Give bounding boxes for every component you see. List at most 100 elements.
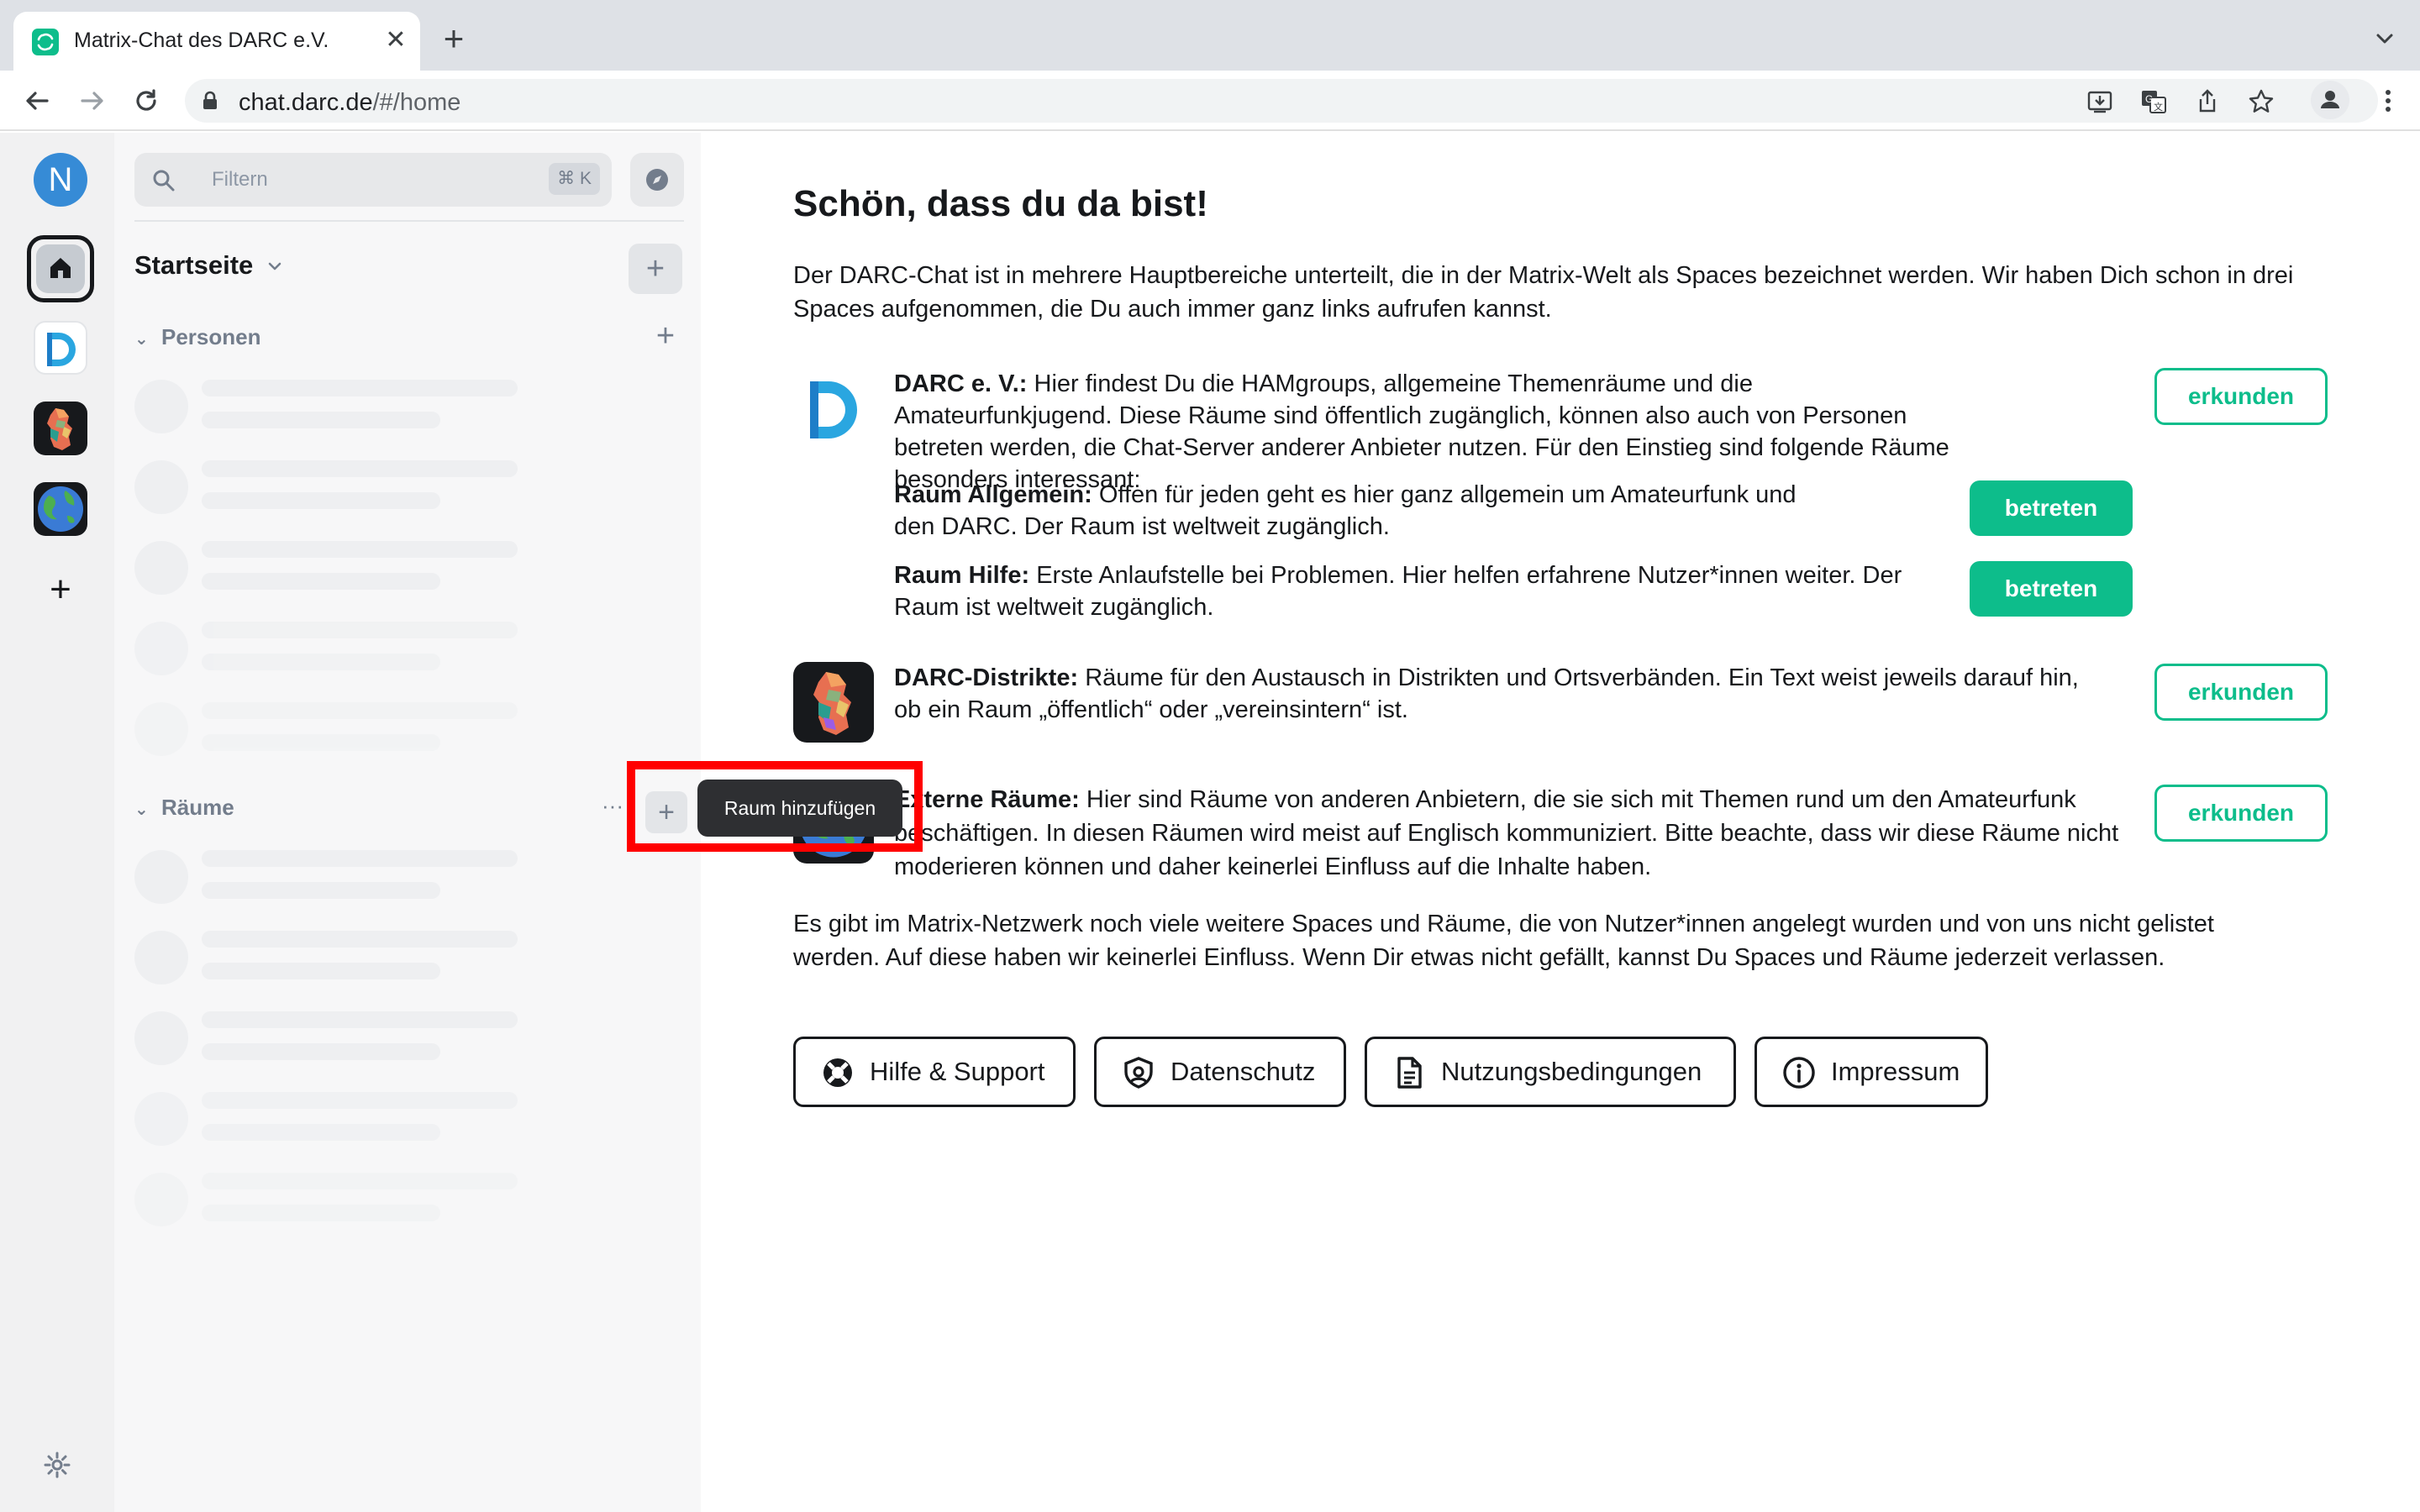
room-list-panel: Filtern ⌘ K Startseite + ⌄ Personen + ⌄ Rä… [114,133,701,1512]
tab-search-chevron-icon[interactable] [2370,24,2400,54]
divider [134,220,684,222]
space-darc-districts[interactable] [34,402,87,455]
explore-districts-button[interactable]: erkunden [2154,664,2328,721]
install-icon[interactable] [2086,87,2114,116]
explore-darc-button[interactable]: erkunden [2154,368,2328,425]
user-avatar[interactable]: N [34,153,87,207]
home-page: Schön, dass du da bist! Der DARC-Chat is… [701,133,2420,1512]
explore-icon [646,169,668,191]
create-space-button[interactable]: + [44,571,77,608]
home-space-button[interactable] [27,235,94,302]
loading-placeholder [134,615,521,682]
districts-description: DARC-Distrikte: Räume für den Austausch … [894,662,2087,726]
space-panel: N + [0,133,114,1512]
darc-text: Hier findest Du die HAMgroups, allgemein… [894,370,1949,493]
rooms-section-label: Räume [161,795,234,820]
space-external-rooms[interactable] [34,482,87,536]
imprint-button[interactable]: Impressum [1754,1037,1988,1107]
room-hilfe-text: Erste Anlaufstelle bei Problemen. Hier h… [894,562,1902,621]
explore-external-button[interactable]: erkunden [2154,785,2328,842]
loading-placeholder [134,696,521,763]
people-section-label: Personen [161,324,261,349]
new-tab-button[interactable]: + [437,21,471,56]
loading-placeholder [134,1166,521,1233]
space-darc-logo[interactable] [34,321,87,375]
help-support-button[interactable]: Hilfe & Support [793,1037,1076,1107]
darc-logo-icon [47,333,76,366]
footer-text: Es gibt im Matrix-Netzwerk noch viele we… [793,911,2214,971]
loading-placeholder [134,924,521,991]
translate-icon[interactable]: G文 [2139,87,2168,116]
people-section-header[interactable]: ⌄ Personen [134,324,261,350]
room-hilfe-description: Raum Hilfe: Erste Anlaufstelle bei Probl… [894,559,1953,623]
url-host: chat.darc.de [239,89,373,116]
address-bar[interactable]: chat.darc.de/#/home G文 [185,79,2378,123]
home-add-button[interactable]: + [629,244,682,294]
home-title[interactable]: Startseite [134,250,253,281]
search-icon [153,170,175,192]
terms-label: Nutzungsbedingungen [1441,1057,1702,1086]
tab-title: Matrix-Chat des DARC e.V. [74,29,329,52]
filter-placeholder: Filtern [212,168,268,191]
menu-icon[interactable] [2371,84,2405,118]
rooms-options-icon[interactable]: ··· [602,793,623,819]
loading-placeholder [134,1085,521,1152]
lifebuoy-icon [823,1058,852,1087]
page-title: Schön, dass du da bist! [793,183,1208,224]
settings-icon[interactable] [42,1450,72,1480]
back-icon[interactable] [20,84,54,118]
darc-description: DARC e. V.: Hier findest Du die HAMgroup… [894,368,1961,496]
highlight-box [627,761,923,852]
filter-shortcut: ⌘ K [549,163,600,195]
element-favicon-icon [32,29,59,55]
forward-icon[interactable] [76,84,109,118]
lock-icon[interactable] [198,89,222,113]
chevron-down-icon[interactable] [264,255,286,277]
home-space-tile [36,244,85,293]
globe-icon [38,486,83,532]
join-allgemein-button[interactable]: betreten [1970,480,2133,536]
darc-heading: DARC e. V.: [894,370,1028,397]
reload-icon[interactable] [129,84,163,118]
privacy-button[interactable]: Datenschutz [1094,1037,1346,1107]
browser-tabstrip: Matrix-Chat des DARC e.V. ✕ + [0,0,2420,71]
explore-rooms-button[interactable] [630,153,684,207]
chevron-down-icon: ⌄ [134,801,149,819]
svg-text:文: 文 [2154,101,2163,113]
germany-map-icon [47,408,72,450]
url-path: /#/home [372,89,461,116]
browser-tab[interactable]: Matrix-Chat des DARC e.V. ✕ [13,12,420,71]
loading-placeholder [134,1005,521,1072]
loading-placeholder [134,843,521,911]
privacy-label: Datenschutz [1171,1057,1316,1086]
svg-text:G: G [2145,93,2153,105]
room-allgemein-description: Raum Allgemein: Offen für jeden geht es … [894,479,1818,543]
home-icon [50,258,71,278]
germany-map-icon [793,662,874,743]
help-support-label: Hilfe & Support [870,1057,1045,1086]
districts-heading: DARC-Distrikte: [894,664,1079,691]
start-chat-button[interactable]: + [650,320,681,352]
tab-close-icon[interactable]: ✕ [381,26,410,55]
room-allgemein-heading: Raum Allgemein: [894,481,1092,508]
browser-toolbar: chat.darc.de/#/home G文 [0,71,2420,131]
share-icon[interactable] [2193,87,2222,116]
join-hilfe-button[interactable]: betreten [1970,561,2133,617]
filter-input[interactable]: Filtern ⌘ K [134,153,612,207]
star-icon[interactable] [2247,87,2275,116]
info-icon [1783,1057,1815,1089]
room-hilfe-heading: Raum Hilfe: [894,562,1030,589]
intro-text: Der DARC-Chat ist in mehrere Hauptbereic… [793,262,2294,323]
document-icon [1397,1057,1422,1089]
loading-placeholder [134,454,521,521]
loading-placeholder [134,373,521,440]
external-description: Externe Räume: Hier sind Räume von ander… [894,783,2129,884]
imprint-label: Impressum [1831,1057,1960,1086]
profile-icon[interactable] [2311,81,2349,119]
shield-icon [1124,1057,1153,1089]
terms-button[interactable]: Nutzungsbedingungen [1365,1037,1736,1107]
loading-placeholder [134,534,521,601]
chevron-down-icon: ⌄ [134,330,149,349]
rooms-section-header[interactable]: ⌄ Räume [134,795,234,821]
url-text: chat.darc.de/#/home [239,89,460,117]
